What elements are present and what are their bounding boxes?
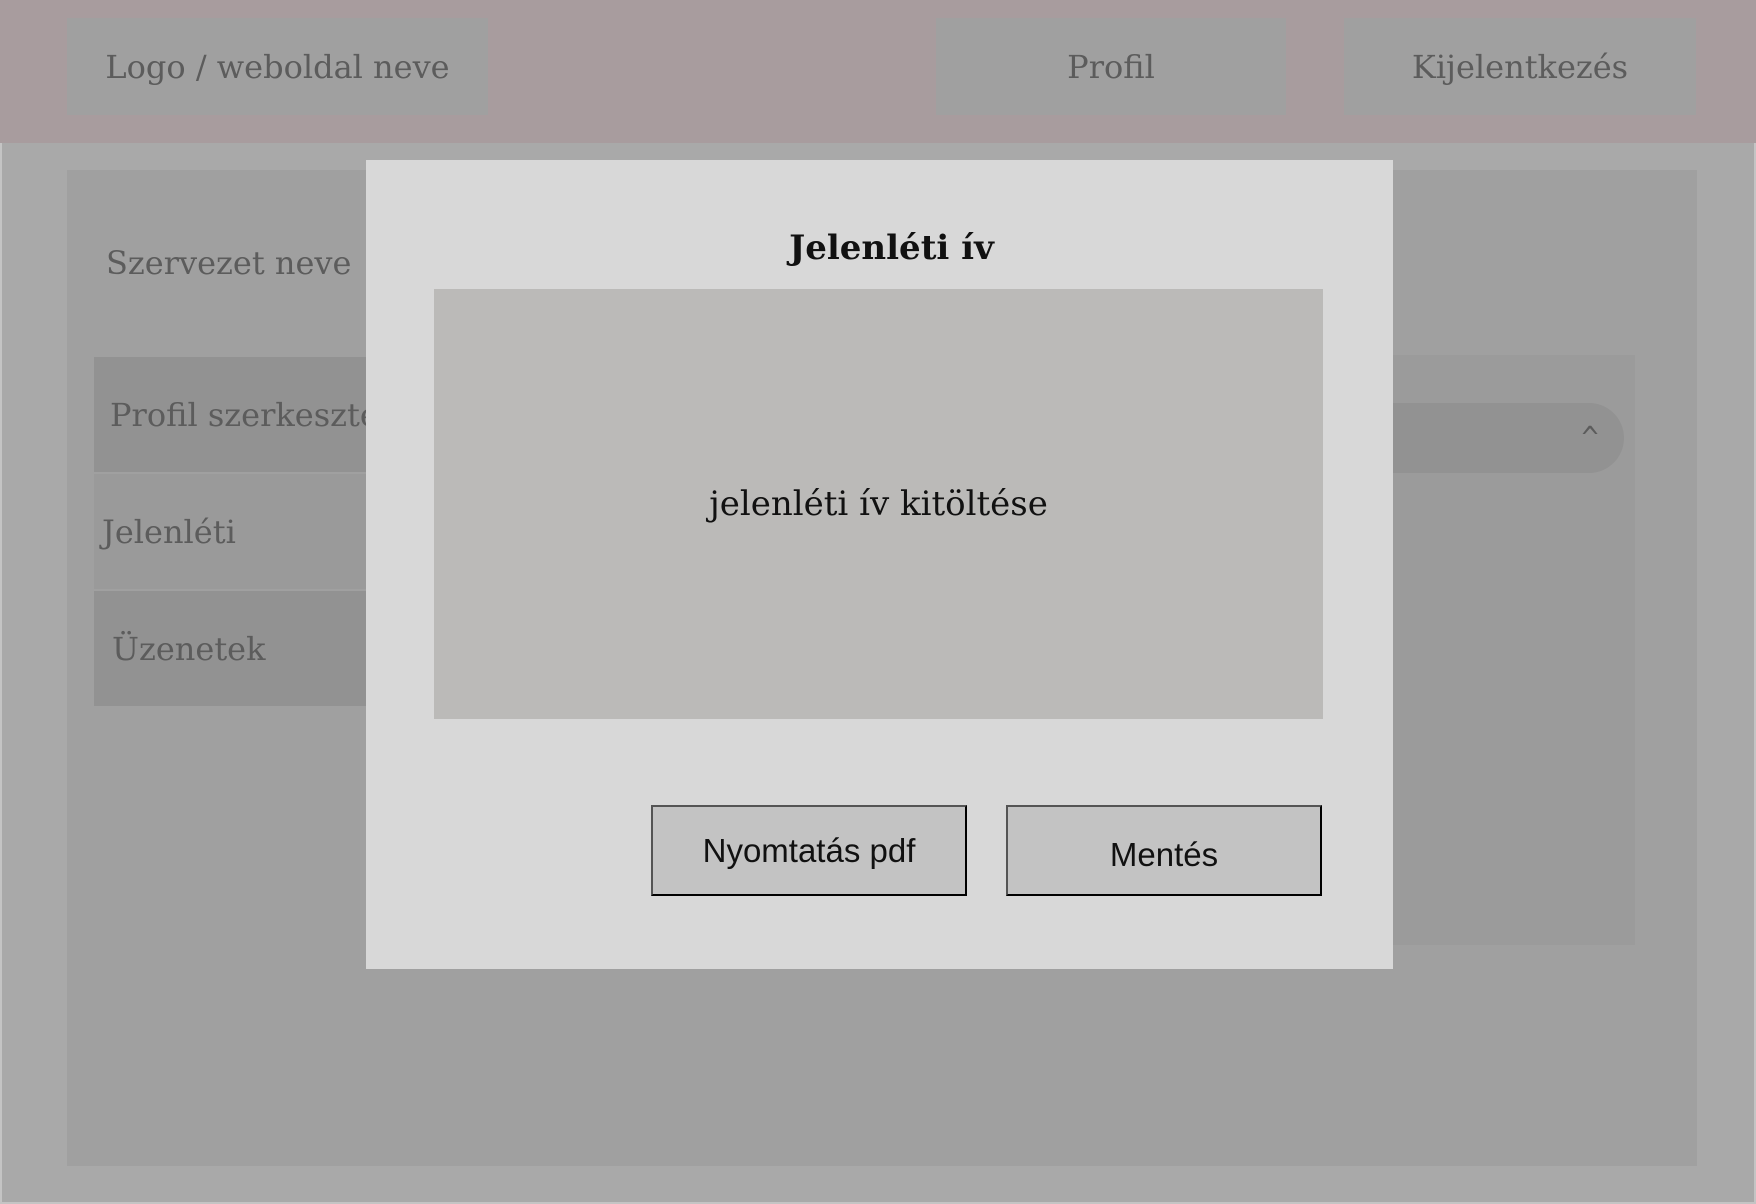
- form-placeholder: jelenléti ív kitöltése: [709, 484, 1048, 524]
- modal-title: Jelenléti ív: [789, 228, 994, 268]
- organization-name: Szervezet neve: [106, 244, 352, 282]
- save-button[interactable]: Mentés: [1006, 805, 1322, 896]
- sidebar-item-edit-profile[interactable]: Profil szerkesztése: [94, 357, 374, 472]
- site-logo-label: Logo / weboldal neve: [105, 47, 450, 86]
- logout-link-label: Kijelentkezés: [1411, 47, 1629, 86]
- print-pdf-button[interactable]: Nyomtatás pdf: [651, 805, 967, 896]
- sidebar-item-attendance[interactable]: Jelenléti: [94, 474, 374, 589]
- attendance-modal: Jelenléti ív jelenléti ív kitöltése Nyom…: [366, 160, 1393, 969]
- site-logo[interactable]: Logo / weboldal neve: [67, 18, 488, 115]
- profile-link-label: Profil: [1067, 47, 1155, 86]
- attendance-form-area[interactable]: jelenléti ív kitöltése: [434, 289, 1323, 719]
- sidebar-item-label: Üzenetek: [112, 629, 266, 668]
- sidebar-item-label: Jelenléti: [102, 512, 236, 551]
- sidebar-item-messages[interactable]: Üzenetek: [94, 591, 374, 706]
- header-bar: Logo / weboldal neve Profil Kijelentkezé…: [0, 0, 1756, 143]
- sidebar-item-label: Profil szerkesztése: [110, 395, 374, 434]
- profile-link[interactable]: Profil: [936, 18, 1286, 115]
- chevron-up-icon[interactable]: ^: [1578, 421, 1602, 456]
- logout-link[interactable]: Kijelentkezés: [1344, 18, 1696, 115]
